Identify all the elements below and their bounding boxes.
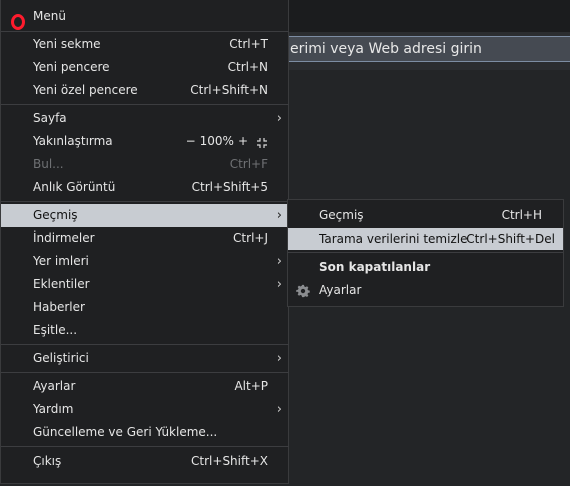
opera-logo-icon [11,14,25,30]
separator [1,372,289,373]
menu-item-new-private-window[interactable]: Yeni özel pencere Ctrl+Shift+N [1,79,289,102]
gear-icon [296,284,310,298]
zoom-in-button[interactable]: + [238,130,248,153]
history-submenu: Geçmiş Ctrl+H Tarama verilerini temizle … [287,199,564,307]
menu-item-snapshot[interactable]: Anlık Görüntü Ctrl+Shift+5 [1,176,289,199]
fullscreen-icon[interactable] [256,137,268,149]
menu-item-zoom: Yakınlaştırma − 100% + [1,130,289,153]
chevron-right-icon: › [276,402,282,417]
submenu-item-history[interactable]: Geçmiş Ctrl+H [288,204,563,227]
chevron-right-icon: › [276,208,282,223]
separator [1,31,289,32]
submenu-item-clear-browsing-data[interactable]: Tarama verilerini temizle Ctrl+Shift+Del [288,228,563,250]
menu-item-exit[interactable]: Çıkış Ctrl+Shift+X [1,450,289,473]
menu-item-bookmarks[interactable]: Yer imleri › [1,250,289,273]
zoom-out-button[interactable]: − [186,130,196,153]
chevron-right-icon: › [276,111,282,126]
menu-item-developer[interactable]: Geliştirici › [1,347,289,370]
submenu-item-recently-closed[interactable]: Son kapatılanlar [288,256,563,279]
separator [1,446,289,447]
submenu-item-settings[interactable]: Ayarlar [288,279,563,302]
chevron-right-icon: › [276,277,282,292]
menu-item-history[interactable]: Geçmiş › [1,204,289,227]
menu-item-update-recovery[interactable]: Güncelleme ve Geri Yükleme... [1,421,289,444]
menu-item-extensions[interactable]: Eklentiler › [1,273,289,296]
menu-item-help[interactable]: Yardım › [1,398,289,421]
menu-title: Menü [33,9,66,23]
menu-item-new-window[interactable]: Yeni pencere Ctrl+N [1,56,289,79]
menu-item-page[interactable]: Sayfa › [1,107,289,130]
menu-item-sync[interactable]: Eşitle... [1,319,289,342]
separator [1,344,289,345]
address-bar[interactable]: erimi veya Web adresi girin [283,36,570,62]
separator [1,104,289,105]
main-menu: Menü Yeni sekme Ctrl+T Yeni pencere Ctrl… [0,0,289,484]
menu-item-news[interactable]: Haberler [1,296,289,319]
chevron-right-icon: › [276,351,282,366]
menu-item-downloads[interactable]: İndirmeler Ctrl+J [1,227,289,250]
separator [1,201,289,202]
menu-item-new-tab[interactable]: Yeni sekme Ctrl+T [1,33,289,56]
menu-item-find[interactable]: Bul... Ctrl+F [1,153,289,176]
chevron-right-icon: › [276,254,282,269]
separator [288,252,563,253]
zoom-level: 100% [199,134,234,148]
menu-header[interactable]: Menü [1,5,289,30]
menu-item-settings[interactable]: Ayarlar Alt+P [1,375,289,398]
